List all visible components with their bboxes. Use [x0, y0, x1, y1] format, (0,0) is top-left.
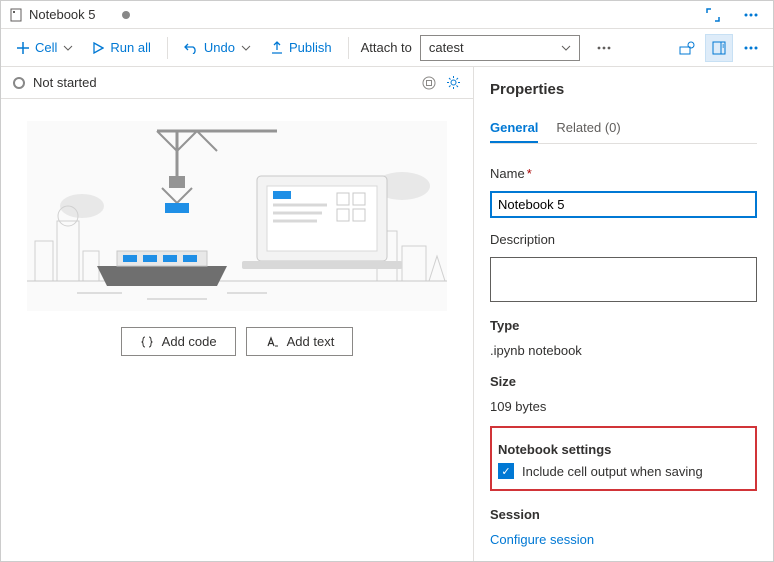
chevron-down-icon	[561, 45, 571, 51]
publish-icon	[271, 41, 283, 55]
add-text-button[interactable]: Add text	[246, 327, 354, 356]
toolbar-more-icon[interactable]	[590, 34, 618, 62]
publish-button[interactable]: Publish	[263, 36, 340, 59]
publish-label: Publish	[289, 40, 332, 55]
session-label: Session	[490, 507, 757, 522]
empty-state-illustration	[27, 121, 447, 311]
run-all-button[interactable]: Run all	[85, 36, 158, 59]
properties-toggle-icon[interactable]	[705, 34, 733, 62]
name-input[interactable]	[490, 191, 757, 218]
undo-label: Undo	[204, 40, 235, 55]
panel-title: Properties	[490, 81, 757, 98]
status-label: Not started	[33, 75, 97, 90]
plus-icon	[17, 42, 29, 54]
description-input[interactable]	[490, 257, 757, 302]
expand-icon[interactable]	[699, 1, 727, 29]
notebook-settings-label: Notebook settings	[498, 442, 749, 457]
properties-panel: Properties General Related (0) Name* Des…	[473, 67, 773, 561]
text-icon	[265, 335, 279, 349]
description-label: Description	[490, 232, 757, 247]
cell-label: Cell	[35, 40, 57, 55]
configure-session-link[interactable]: Configure session	[490, 532, 757, 547]
tab-related[interactable]: Related (0)	[556, 114, 620, 143]
add-code-button[interactable]: Add code	[121, 327, 236, 356]
toolbar-divider	[348, 37, 349, 59]
include-output-checkbox[interactable]: ✓	[498, 463, 514, 479]
attach-to-select[interactable]: catest	[420, 35, 580, 61]
undo-button[interactable]: Undo	[176, 36, 259, 59]
type-label: Type	[490, 318, 757, 333]
size-value: 109 bytes	[490, 399, 757, 414]
type-value: .ipynb notebook	[490, 343, 757, 358]
chevron-down-icon	[63, 45, 73, 51]
settings-gear-icon[interactable]	[446, 75, 461, 90]
unsaved-indicator-icon	[122, 11, 130, 19]
add-code-label: Add code	[162, 334, 217, 349]
attach-to-label: Attach to	[361, 40, 412, 55]
notebook-file-icon	[9, 8, 23, 22]
add-text-label: Add text	[287, 334, 335, 349]
status-indicator-icon	[13, 77, 25, 89]
toolbar-overflow-icon[interactable]	[737, 34, 765, 62]
undo-icon	[184, 42, 198, 54]
notebook-settings-highlight: Notebook settings ✓ Include cell output …	[490, 426, 757, 491]
attach-to-value: catest	[429, 40, 464, 55]
run-all-label: Run all	[110, 40, 150, 55]
stop-session-icon[interactable]	[422, 76, 436, 90]
notebook-title: Notebook 5	[29, 7, 96, 22]
tab-general[interactable]: General	[490, 114, 538, 143]
more-icon[interactable]	[737, 1, 765, 29]
chevron-down-icon	[241, 45, 251, 51]
toolbar-divider	[167, 37, 168, 59]
add-cell-button[interactable]: Cell	[9, 36, 81, 59]
braces-icon	[140, 335, 154, 349]
variables-icon[interactable]	[673, 34, 701, 62]
include-output-label: Include cell output when saving	[522, 464, 703, 479]
name-label: Name*	[490, 166, 757, 181]
size-label: Size	[490, 374, 757, 389]
play-icon	[93, 42, 104, 54]
